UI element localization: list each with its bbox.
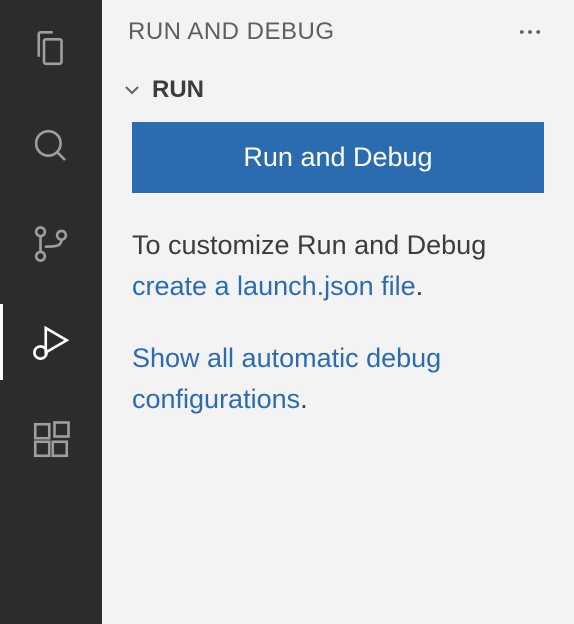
more-actions-icon[interactable] [516,18,548,46]
search-icon[interactable] [0,116,102,176]
extensions-icon[interactable] [0,410,102,470]
run-debug-panel: RUN AND DEBUG RUN Run and Debug To custo… [102,0,574,624]
customize-help-text: To customize Run and Debug create a laun… [132,225,544,306]
panel-header: RUN AND DEBUG [102,0,574,64]
run-debug-icon[interactable] [0,312,102,372]
section-title: RUN [152,76,204,104]
source-control-icon[interactable] [0,214,102,274]
explorer-icon[interactable] [0,18,102,78]
help-prefix: To customize Run and Debug [132,230,486,260]
chevron-down-icon [120,78,144,102]
show-all-suffix: . [300,384,308,414]
run-and-debug-button[interactable]: Run and Debug [132,122,544,193]
help-suffix: . [416,271,424,301]
panel-title: RUN AND DEBUG [128,18,335,46]
show-all-text: Show all automatic debug configurations. [132,338,544,419]
activity-bar [0,0,102,624]
run-section-header[interactable]: RUN [102,64,574,122]
create-launch-json-link[interactable]: create a launch.json file [132,271,416,301]
show-all-configs-link[interactable]: Show all automatic debug configurations [132,343,441,414]
panel-content: Run and Debug To customize Run and Debug… [102,122,574,451]
